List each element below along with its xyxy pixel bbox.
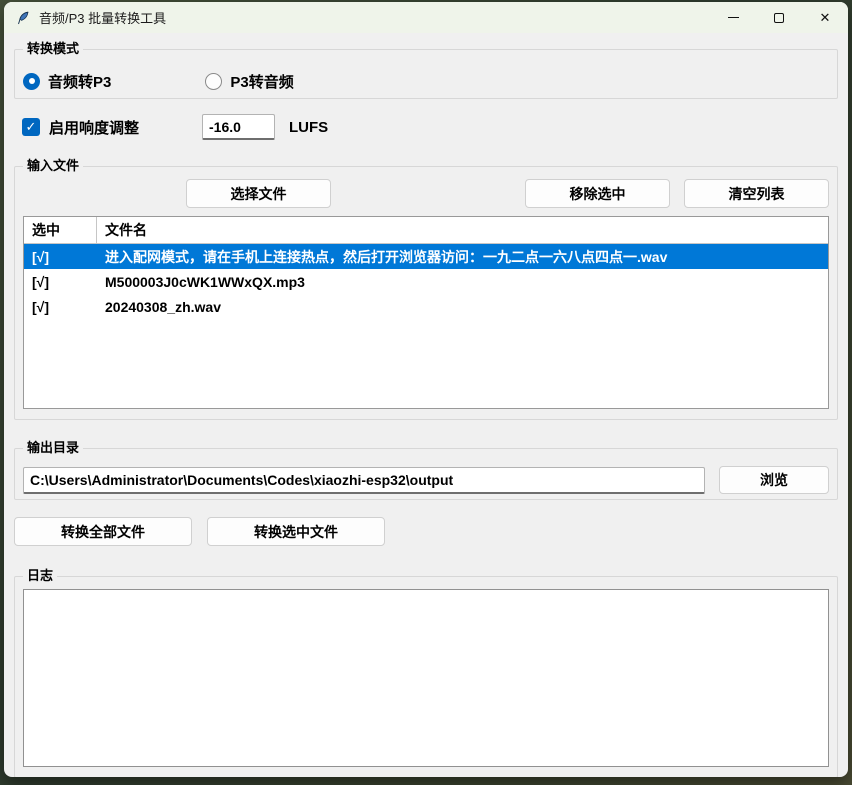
conversion-mode-group-label: 转换模式 <box>23 40 83 58</box>
lufs-value-input[interactable] <box>202 114 275 140</box>
loudness-checkbox-label: 启用响度调整 <box>49 117 139 138</box>
file-buttons-row: 选择文件 移除选中 清空列表 <box>23 179 829 208</box>
loudness-checkbox[interactable]: ✓ <box>22 118 40 136</box>
maximize-button[interactable] <box>756 2 802 33</box>
output-dir-group-label: 输出目录 <box>23 439 83 457</box>
table-row[interactable]: [√] 20240308_zh.wav <box>24 294 828 319</box>
conversion-mode-group: 转换模式 音频转P3 P3转音频 <box>14 49 838 99</box>
table-row[interactable]: [√] 进入配网模式，请在手机上连接热点，然后打开浏览器访问：一九二点一六八点四… <box>24 244 828 269</box>
maximize-icon <box>774 13 784 23</box>
python-feather-icon <box>16 11 30 25</box>
loudness-row: ✓ 启用响度调整 LUFS <box>22 114 830 140</box>
table-row[interactable]: [√] M500003J0cWK1WWxQX.mp3 <box>24 269 828 294</box>
select-files-button[interactable]: 选择文件 <box>186 179 331 208</box>
title-bar: 音频/P3 批量转换工具 ✕ <box>4 2 848 33</box>
file-table-header: 选中 文件名 <box>24 217 828 244</box>
row-check-cell: [√] <box>24 274 97 290</box>
window-controls: ✕ <box>710 2 848 33</box>
row-check-cell: [√] <box>24 299 97 315</box>
action-buttons-row: 转换全部文件 转换选中文件 <box>14 517 838 546</box>
window-title: 音频/P3 批量转换工具 <box>39 8 166 27</box>
radio-unselected-icon <box>205 73 222 90</box>
log-group-label: 日志 <box>23 567 57 585</box>
output-dir-group: 输出目录 浏览 <box>14 448 838 500</box>
row-filename-cell: 进入配网模式，请在手机上连接热点，然后打开浏览器访问：一九二点一六八点四点一.w… <box>97 247 828 267</box>
main-content: 转换模式 音频转P3 P3转音频 ✓ 启用响度调整 LUFS 输入文件 选择文件 <box>4 49 848 777</box>
check-icon: ✓ <box>26 119 37 135</box>
clear-list-button[interactable]: 清空列表 <box>684 179 829 208</box>
file-buttons-right: 移除选中 清空列表 <box>525 179 829 208</box>
row-filename-cell: M500003J0cWK1WWxQX.mp3 <box>97 274 828 290</box>
minimize-icon <box>728 17 739 18</box>
convert-all-button[interactable]: 转换全部文件 <box>14 517 192 546</box>
radio-selected-icon <box>23 73 40 90</box>
input-files-group: 输入文件 选择文件 移除选中 清空列表 选中 文件名 [√] 进入配网模式，请在… <box>14 166 838 420</box>
output-path-input[interactable] <box>23 467 705 494</box>
log-textarea[interactable] <box>23 589 829 767</box>
browse-button[interactable]: 浏览 <box>719 466 829 494</box>
radio-audio-to-p3-label: 音频转P3 <box>48 71 111 92</box>
app-window: 音频/P3 批量转换工具 ✕ 转换模式 音频转P3 P3转音频 ✓ 启用响度调整 <box>4 2 848 777</box>
log-group: 日志 <box>14 576 838 777</box>
input-files-group-label: 输入文件 <box>23 157 83 175</box>
minimize-button[interactable] <box>710 2 756 33</box>
row-filename-cell: 20240308_zh.wav <box>97 299 828 315</box>
column-header-filename[interactable]: 文件名 <box>97 217 828 243</box>
convert-selected-button[interactable]: 转换选中文件 <box>207 517 385 546</box>
file-table: 选中 文件名 [√] 进入配网模式，请在手机上连接热点，然后打开浏览器访问：一九… <box>23 216 829 409</box>
lufs-unit-label: LUFS <box>289 119 328 136</box>
close-icon: ✕ <box>820 10 831 26</box>
close-button[interactable]: ✕ <box>802 2 848 33</box>
radio-audio-to-p3[interactable]: 音频转P3 <box>23 64 111 98</box>
remove-selected-button[interactable]: 移除选中 <box>525 179 670 208</box>
radio-p3-to-audio[interactable]: P3转音频 <box>205 64 293 98</box>
row-check-cell: [√] <box>24 249 97 265</box>
radio-p3-to-audio-label: P3转音频 <box>230 71 293 92</box>
column-header-checked[interactable]: 选中 <box>24 217 97 243</box>
